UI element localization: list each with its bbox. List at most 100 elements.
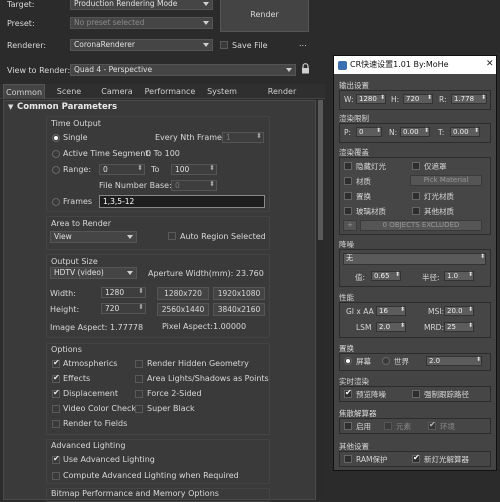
other-material-checkbox[interactable]	[412, 207, 420, 215]
auto-region-label: Auto Region Selected	[180, 232, 266, 241]
world-label: 世界	[394, 357, 409, 366]
caustics-env-checkbox[interactable]	[428, 420, 436, 430]
screen-radio[interactable]	[344, 357, 352, 365]
force-2-sided-checkbox[interactable]	[135, 390, 143, 398]
caustics-eye-checkbox[interactable]	[384, 422, 392, 430]
output-w-label: W:	[344, 95, 354, 104]
lsm-spinner[interactable]: 2.0	[376, 322, 406, 332]
output-size-dropdown[interactable]: HDTV (video)	[50, 267, 137, 279]
displace-override-checkbox[interactable]	[344, 192, 352, 200]
ram-protect-checkbox[interactable]	[344, 455, 352, 463]
super-black-checkbox[interactable]	[135, 405, 143, 413]
preset-1920x1080-button[interactable]: 1920x1080	[213, 287, 265, 300]
light-material-checkbox[interactable]	[412, 192, 420, 200]
width-spinner[interactable]: 1280	[101, 287, 146, 298]
active-segment-radio[interactable]	[52, 150, 60, 158]
every-nth-label: Every Nth Frame:	[155, 133, 225, 142]
height-label: Height:	[50, 305, 80, 314]
renderer-dropdown[interactable]: CoronaRenderer	[70, 39, 213, 51]
denoise-mode-dropdown[interactable]: 无	[343, 253, 486, 265]
force-2-sided-label: Force 2-Sided	[147, 389, 202, 398]
output-r-spinner[interactable]: 1.778	[451, 94, 487, 104]
output-preset-value: HDTV (video)	[54, 268, 104, 277]
limits-n-spinner[interactable]: 0.00	[400, 127, 430, 137]
glass-only-checkbox[interactable]	[412, 162, 420, 170]
single-radio[interactable]	[52, 134, 60, 142]
force-path-label: 强制跟踪路径	[424, 390, 469, 399]
scrollbar[interactable]	[318, 100, 323, 500]
limits-p-spinner[interactable]: 0	[356, 127, 382, 137]
target-dropdown[interactable]: Production Rendering Mode	[70, 0, 213, 10]
render-button[interactable]: Render	[220, 0, 309, 32]
force-path-checkbox[interactable]	[412, 390, 420, 398]
tab-performance[interactable]: Performance	[143, 84, 197, 99]
width-label: Width:	[50, 289, 76, 298]
save-file-checkbox[interactable]	[220, 41, 228, 49]
corona-panel-title-bar[interactable]: CR快速设置1.01 By:MoHe	[334, 56, 496, 74]
world-radio[interactable]	[382, 357, 390, 365]
close-icon[interactable]: ✕	[486, 59, 494, 69]
pick-material-button[interactable]: Pick Material	[410, 175, 482, 186]
more-button[interactable]: ...	[299, 39, 307, 48]
use-advanced-lighting-checkbox[interactable]	[52, 454, 60, 464]
mrd-spinner[interactable]: 25	[444, 322, 474, 332]
output-w-spinner[interactable]: 1280	[356, 94, 386, 104]
auto-region-checkbox[interactable]	[168, 232, 176, 240]
limits-t-spinner[interactable]: 0.00	[450, 127, 480, 137]
every-nth-spinner[interactable]: 1	[222, 132, 264, 143]
area-to-render-dropdown[interactable]: View	[50, 231, 137, 243]
range-from-spinner[interactable]: 0	[99, 164, 145, 175]
denoise-radius-spinner[interactable]: 1.0	[444, 271, 474, 281]
range-to-spinner[interactable]: 100	[171, 164, 217, 175]
area-lights-checkbox[interactable]	[135, 375, 143, 383]
video-color-check-label: Video Color Check	[63, 404, 136, 413]
lock-icon[interactable]	[301, 63, 310, 74]
view-to-render-dropdown[interactable]: Quad 4 - Perspective	[70, 64, 296, 76]
height-spinner[interactable]: 720	[101, 303, 146, 314]
preset-3840x2160-button[interactable]: 3840x2160	[213, 303, 265, 316]
preset-dropdown[interactable]: No preset selected	[70, 17, 213, 29]
bitmap-title: Bitmap Performance and Memory Options	[51, 489, 219, 498]
displacement-checkbox[interactable]	[52, 388, 60, 398]
view-value: Quad 4 - Perspective	[74, 65, 153, 74]
rollout-title[interactable]: Common Parameters	[17, 102, 117, 112]
msi-spinner[interactable]: 20.0	[444, 306, 474, 316]
glass-material-checkbox[interactable]	[344, 207, 352, 215]
tab-system[interactable]: System	[203, 84, 241, 99]
preset-value: No preset selected	[74, 18, 145, 27]
preset-2560x1440-button[interactable]: 2560x1440	[157, 303, 209, 316]
save-file-label: Save File	[232, 41, 268, 50]
denoise-amount-spinner[interactable]: 0.65	[371, 271, 401, 281]
corona-quick-settings-panel: CR快速设置1.01 By:MoHe ✕ 输出设置 W: 1280 H: 720…	[333, 55, 497, 471]
pixel-aspect-label: Pixel Aspect:	[162, 322, 213, 331]
output-h-spinner[interactable]: 720	[403, 94, 433, 104]
tab-render-elements[interactable]: Render Elements	[248, 84, 316, 111]
displacement-value-spinner[interactable]: 2.0	[426, 356, 482, 366]
material-checkbox[interactable]	[344, 177, 352, 185]
light-material-label: 灯光材质	[424, 192, 454, 201]
tab-scene[interactable]: Scene	[50, 84, 88, 99]
compute-advanced-lighting-checkbox[interactable]	[52, 472, 60, 480]
frames-input[interactable]: 1,3,5-12	[99, 195, 265, 208]
frames-radio[interactable]	[52, 198, 60, 206]
render-hidden-geometry-checkbox[interactable]	[135, 360, 143, 368]
rollout-collapse-icon[interactable]: ▼	[8, 103, 13, 111]
objects-excluded-button[interactable]: 0 OBJECTS EXCLUDED	[360, 220, 482, 231]
gi-aa-spinner[interactable]: 16	[376, 306, 406, 316]
new-light-solver-checkbox[interactable]	[412, 453, 420, 463]
scrollbar-thumb[interactable]	[318, 100, 323, 240]
add-exclude-button[interactable]: +	[343, 220, 357, 231]
caustics-enable-checkbox[interactable]	[344, 422, 352, 430]
atmospherics-checkbox[interactable]	[52, 358, 60, 368]
tab-camera[interactable]: Camera	[95, 84, 139, 99]
hide-lights-checkbox[interactable]	[344, 162, 352, 170]
preset-1280x720-button[interactable]: 1280x720	[157, 287, 209, 300]
video-color-check-checkbox[interactable]	[52, 405, 60, 413]
pixel-aspect-value[interactable]: 1.00000	[213, 322, 246, 331]
range-radio[interactable]	[52, 166, 60, 174]
tab-common[interactable]: Common	[3, 84, 45, 99]
preview-denoise-checkbox[interactable]	[344, 388, 352, 398]
effects-checkbox[interactable]	[52, 373, 60, 383]
render-to-fields-checkbox[interactable]	[52, 420, 60, 428]
file-number-base-spinner[interactable]: 0	[171, 180, 217, 191]
